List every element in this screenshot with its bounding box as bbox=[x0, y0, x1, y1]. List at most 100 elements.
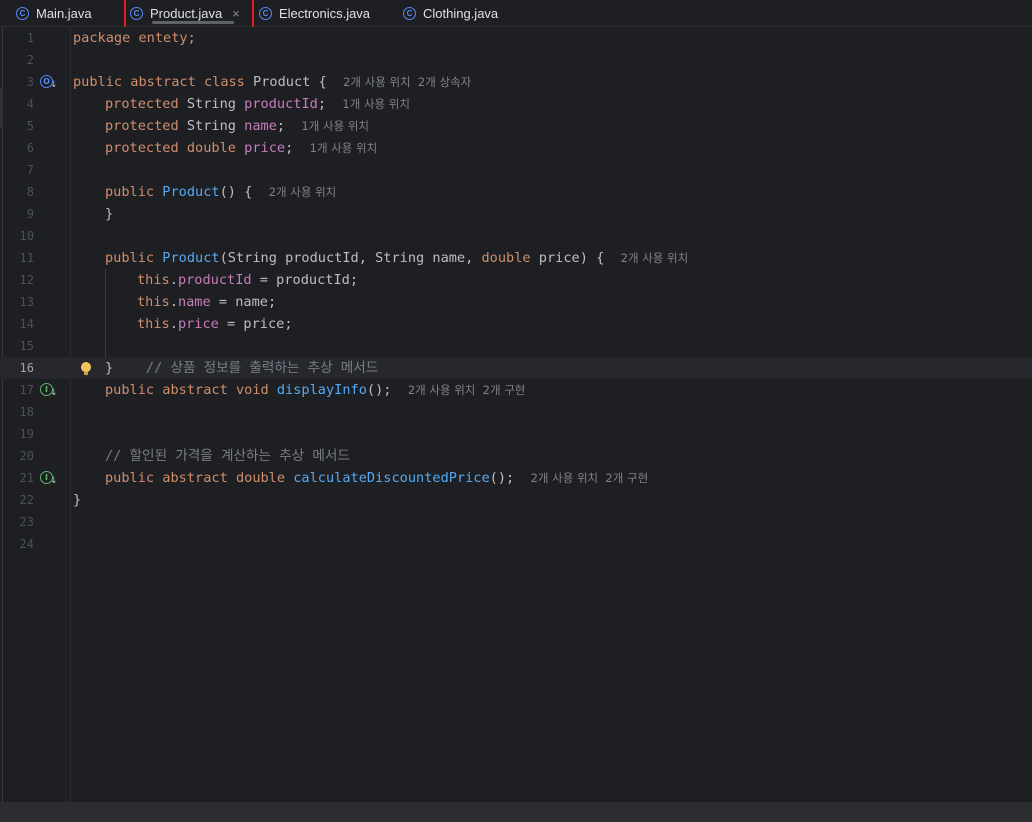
keyword: public abstract void bbox=[105, 382, 269, 398]
usage-hint[interactable]: 2개 사용 위치 bbox=[621, 251, 689, 265]
code-text: } // 상품 정보를 출력하는 추상 메서드 bbox=[105, 357, 378, 379]
code-line-5[interactable]: 5 protected String name; 1개 사용 위치 bbox=[0, 115, 1032, 137]
close-icon[interactable]: × bbox=[232, 6, 240, 21]
keyword: this bbox=[137, 294, 170, 310]
keyword: protected bbox=[105, 118, 179, 134]
tab-label: Clothing.java bbox=[423, 5, 499, 21]
code-line-9[interactable]: 9} bbox=[0, 203, 1032, 225]
code-text: protected String productId; 1개 사용 위치 bbox=[105, 93, 410, 115]
code-text: } bbox=[105, 203, 113, 225]
code-line-13[interactable]: 13 this.name = name; bbox=[0, 291, 1032, 313]
field-name: name bbox=[177, 294, 211, 310]
keyword: this bbox=[137, 272, 170, 288]
code-line-12[interactable]: 12 this.productId = productId; bbox=[0, 269, 1032, 291]
code-line-3[interactable]: 3 O ↓ public abstract class Product { 2개 사용… bbox=[0, 71, 1032, 93]
usage-hint[interactable]: 2개 사용 위치 2개 구현 bbox=[531, 471, 649, 485]
code-line-7[interactable]: 7 bbox=[0, 159, 1032, 181]
tab-clothing-java[interactable]: C Clothing.java bbox=[403, 0, 498, 26]
code-token: = productId; bbox=[251, 272, 359, 288]
code-line-20[interactable]: 20 // 할인된 가격을 계산하는 추상 메서드 bbox=[0, 445, 1032, 467]
code-text: protected String name; 1개 사용 위치 bbox=[105, 115, 369, 137]
code-token: = name; bbox=[210, 294, 277, 310]
code-token: Product { bbox=[244, 74, 344, 90]
line-number: 17 bbox=[19, 383, 34, 397]
code-text: public Product() { 2개 사용 위치 bbox=[105, 181, 336, 203]
keyword: public abstract class bbox=[73, 74, 245, 90]
line-number: 23 bbox=[19, 515, 34, 529]
code-line-18[interactable]: 18 bbox=[0, 401, 1032, 423]
keyword: protected bbox=[105, 96, 179, 112]
tab-label: Main.java bbox=[36, 5, 92, 21]
field-name: price bbox=[177, 316, 219, 332]
keyword: public bbox=[105, 250, 155, 266]
code-token: } bbox=[105, 360, 146, 376]
line-number: 6 bbox=[26, 141, 34, 155]
tab-product-java[interactable]: C Product.java × bbox=[130, 0, 240, 26]
code-line-23[interactable]: 23 bbox=[0, 511, 1032, 533]
tab-main-java[interactable]: C Main.java bbox=[16, 0, 92, 26]
code-token: . bbox=[169, 294, 178, 310]
code-line-16[interactable]: 16} // 상품 정보를 출력하는 추상 메서드 bbox=[0, 357, 1032, 379]
code-token: (String productId, String name, bbox=[219, 250, 482, 266]
method-name: calculateDiscountedPrice bbox=[293, 470, 490, 486]
code-line-4[interactable]: 4 protected String productId; 1개 사용 위치 bbox=[0, 93, 1032, 115]
tab-label: Electronics.java bbox=[279, 5, 371, 21]
lightbulb-icon[interactable] bbox=[81, 362, 91, 375]
line-number: 5 bbox=[26, 119, 34, 133]
line-number: 19 bbox=[19, 427, 34, 441]
field-name: name bbox=[244, 118, 277, 134]
code-token: (); bbox=[489, 470, 531, 486]
method-name: Product bbox=[162, 184, 220, 200]
usage-hint[interactable]: 2개 사용 위치 2개 구현 bbox=[408, 383, 526, 397]
tab-electronics-java[interactable]: C Electronics.java bbox=[259, 0, 370, 26]
line-number: 2 bbox=[26, 53, 34, 67]
code-line-11[interactable]: 11 public Product(String productId, Strin… bbox=[0, 247, 1032, 269]
code-text: public abstract double calculateDiscount… bbox=[105, 467, 648, 489]
line-number: 15 bbox=[19, 339, 34, 353]
usage-hint[interactable]: 1개 사용 위치 bbox=[342, 97, 410, 111]
line-number: 20 bbox=[19, 449, 34, 463]
code-text: public abstract void displayInfo(); 2개 사… bbox=[105, 379, 525, 401]
code-token: ; bbox=[276, 118, 302, 134]
code-line-6[interactable]: 6 protected double price; 1개 사용 위치 bbox=[0, 137, 1032, 159]
code-line-14[interactable]: 14 this.price = price; bbox=[0, 313, 1032, 335]
code-text: protected double price; 1개 사용 위치 bbox=[105, 137, 377, 159]
code-line-15[interactable]: 15 bbox=[0, 335, 1032, 357]
code-line-24[interactable]: 24 bbox=[0, 533, 1032, 555]
status-bar bbox=[0, 802, 1032, 822]
code-line-10[interactable]: 10 bbox=[0, 225, 1032, 247]
line-number: 14 bbox=[19, 317, 34, 331]
code-line-17[interactable]: 17 I ↓ public abstract void displayInfo(); … bbox=[0, 379, 1032, 401]
active-tab-indicator bbox=[152, 21, 234, 24]
code-line-22[interactable]: 22} bbox=[0, 489, 1032, 511]
code-editor[interactable]: 1 package entety; 2 3 O ↓ public abstract cl… bbox=[0, 27, 1032, 802]
keyword: protected double bbox=[105, 140, 236, 156]
usage-hint[interactable]: 1개 사용 위치 bbox=[301, 119, 369, 133]
usage-hint[interactable]: 2개 사용 위치 2개 상속자 bbox=[343, 75, 471, 89]
line-number: 21 bbox=[19, 471, 34, 485]
line-number: 24 bbox=[19, 537, 34, 551]
code-line-1[interactable]: 1 package entety; bbox=[0, 27, 1032, 49]
code-line-8[interactable]: 8 public Product() { 2개 사용 위치 bbox=[0, 181, 1032, 203]
code-line-2[interactable]: 2 bbox=[0, 49, 1032, 71]
code-token: () { bbox=[219, 184, 269, 200]
code-line-21[interactable]: 21 I ↓ public abstract double calculateDisc… bbox=[0, 467, 1032, 489]
code-text: // 할인된 가격을 계산하는 추상 메서드 bbox=[105, 445, 350, 467]
usage-hint[interactable]: 2개 사용 위치 bbox=[269, 185, 337, 199]
line-number: 22 bbox=[19, 493, 34, 507]
line-number: 1 bbox=[26, 31, 34, 45]
line-number: 4 bbox=[26, 97, 34, 111]
usage-hint[interactable]: 1개 사용 위치 bbox=[310, 141, 378, 155]
line-number: 7 bbox=[26, 163, 34, 177]
package-statement: package entety; bbox=[73, 30, 196, 46]
tab-label: Product.java bbox=[150, 5, 223, 21]
class-icon: C bbox=[403, 6, 416, 20]
code-line-19[interactable]: 19 bbox=[0, 423, 1032, 445]
keyword: public bbox=[105, 184, 155, 200]
class-icon: C bbox=[130, 6, 143, 20]
field-name: price bbox=[244, 140, 286, 156]
code-text: this.name = name; bbox=[137, 291, 276, 313]
code-token: (); bbox=[366, 382, 408, 398]
line-number: 10 bbox=[19, 229, 34, 243]
